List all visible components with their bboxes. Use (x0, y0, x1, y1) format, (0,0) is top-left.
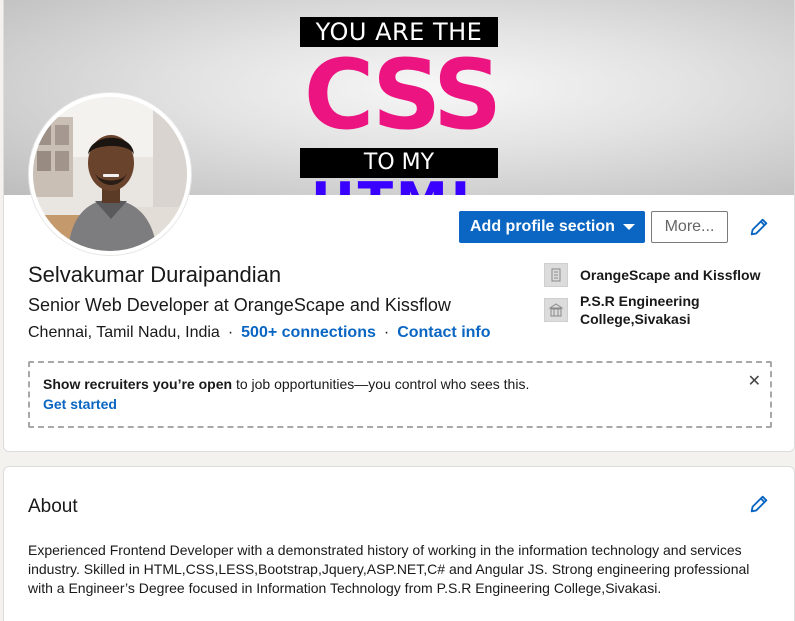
add-profile-section-button[interactable]: Add profile section (459, 211, 645, 243)
org-school-name: P.S.R Engineering College,Sivakasi (580, 293, 700, 327)
banner-line-4: HTML (304, 176, 494, 195)
avatar-photo (33, 97, 187, 251)
org-company-name: OrangeScape and Kissflow (580, 267, 761, 283)
profile-location: Chennai, Tamil Nadu, India (28, 324, 220, 341)
profile-headline: Senior Web Developer at OrangeScape and … (28, 295, 451, 315)
edit-about-pencil-icon[interactable] (748, 493, 770, 515)
open-to-work-notice: Show recruiters you’re open to job oppor… (28, 361, 772, 428)
connections-link[interactable]: 500+ connections (241, 324, 376, 341)
profile-card: YOU ARE THE CSS TO MY HTML Add profile s… (3, 0, 795, 452)
profile-meta: Chennai, Tamil Nadu, India · 500+ connecti… (28, 323, 491, 343)
more-button[interactable]: More... (651, 211, 728, 243)
close-icon[interactable]: ✕ (748, 371, 761, 391)
notice-bold-text: Show recruiters you’re open (43, 376, 233, 392)
contact-info-link[interactable]: Contact info (397, 324, 490, 341)
notice-body-text: to job opportunities—you control who see… (232, 376, 530, 392)
notice-text: Show recruiters you’re open to job oppor… (43, 376, 529, 392)
add-profile-section-label: Add profile section (470, 218, 615, 235)
profile-name: Selvakumar Duraipandian (28, 262, 282, 287)
company-icon (544, 263, 568, 287)
school-icon (544, 298, 568, 322)
about-title: About (28, 496, 78, 517)
get-started-link[interactable]: Get started (43, 396, 117, 412)
meta-separator: · (383, 324, 390, 341)
about-card: About Experienced Frontend Developer wit… (3, 466, 795, 621)
banner-line-2: CSS (303, 39, 502, 151)
edit-intro-pencil-icon[interactable] (748, 216, 770, 238)
about-body: Experienced Frontend Developer with a de… (28, 542, 750, 596)
caret-down-icon (623, 224, 635, 230)
meta-separator: · (227, 324, 234, 341)
profile-avatar[interactable] (29, 93, 191, 255)
